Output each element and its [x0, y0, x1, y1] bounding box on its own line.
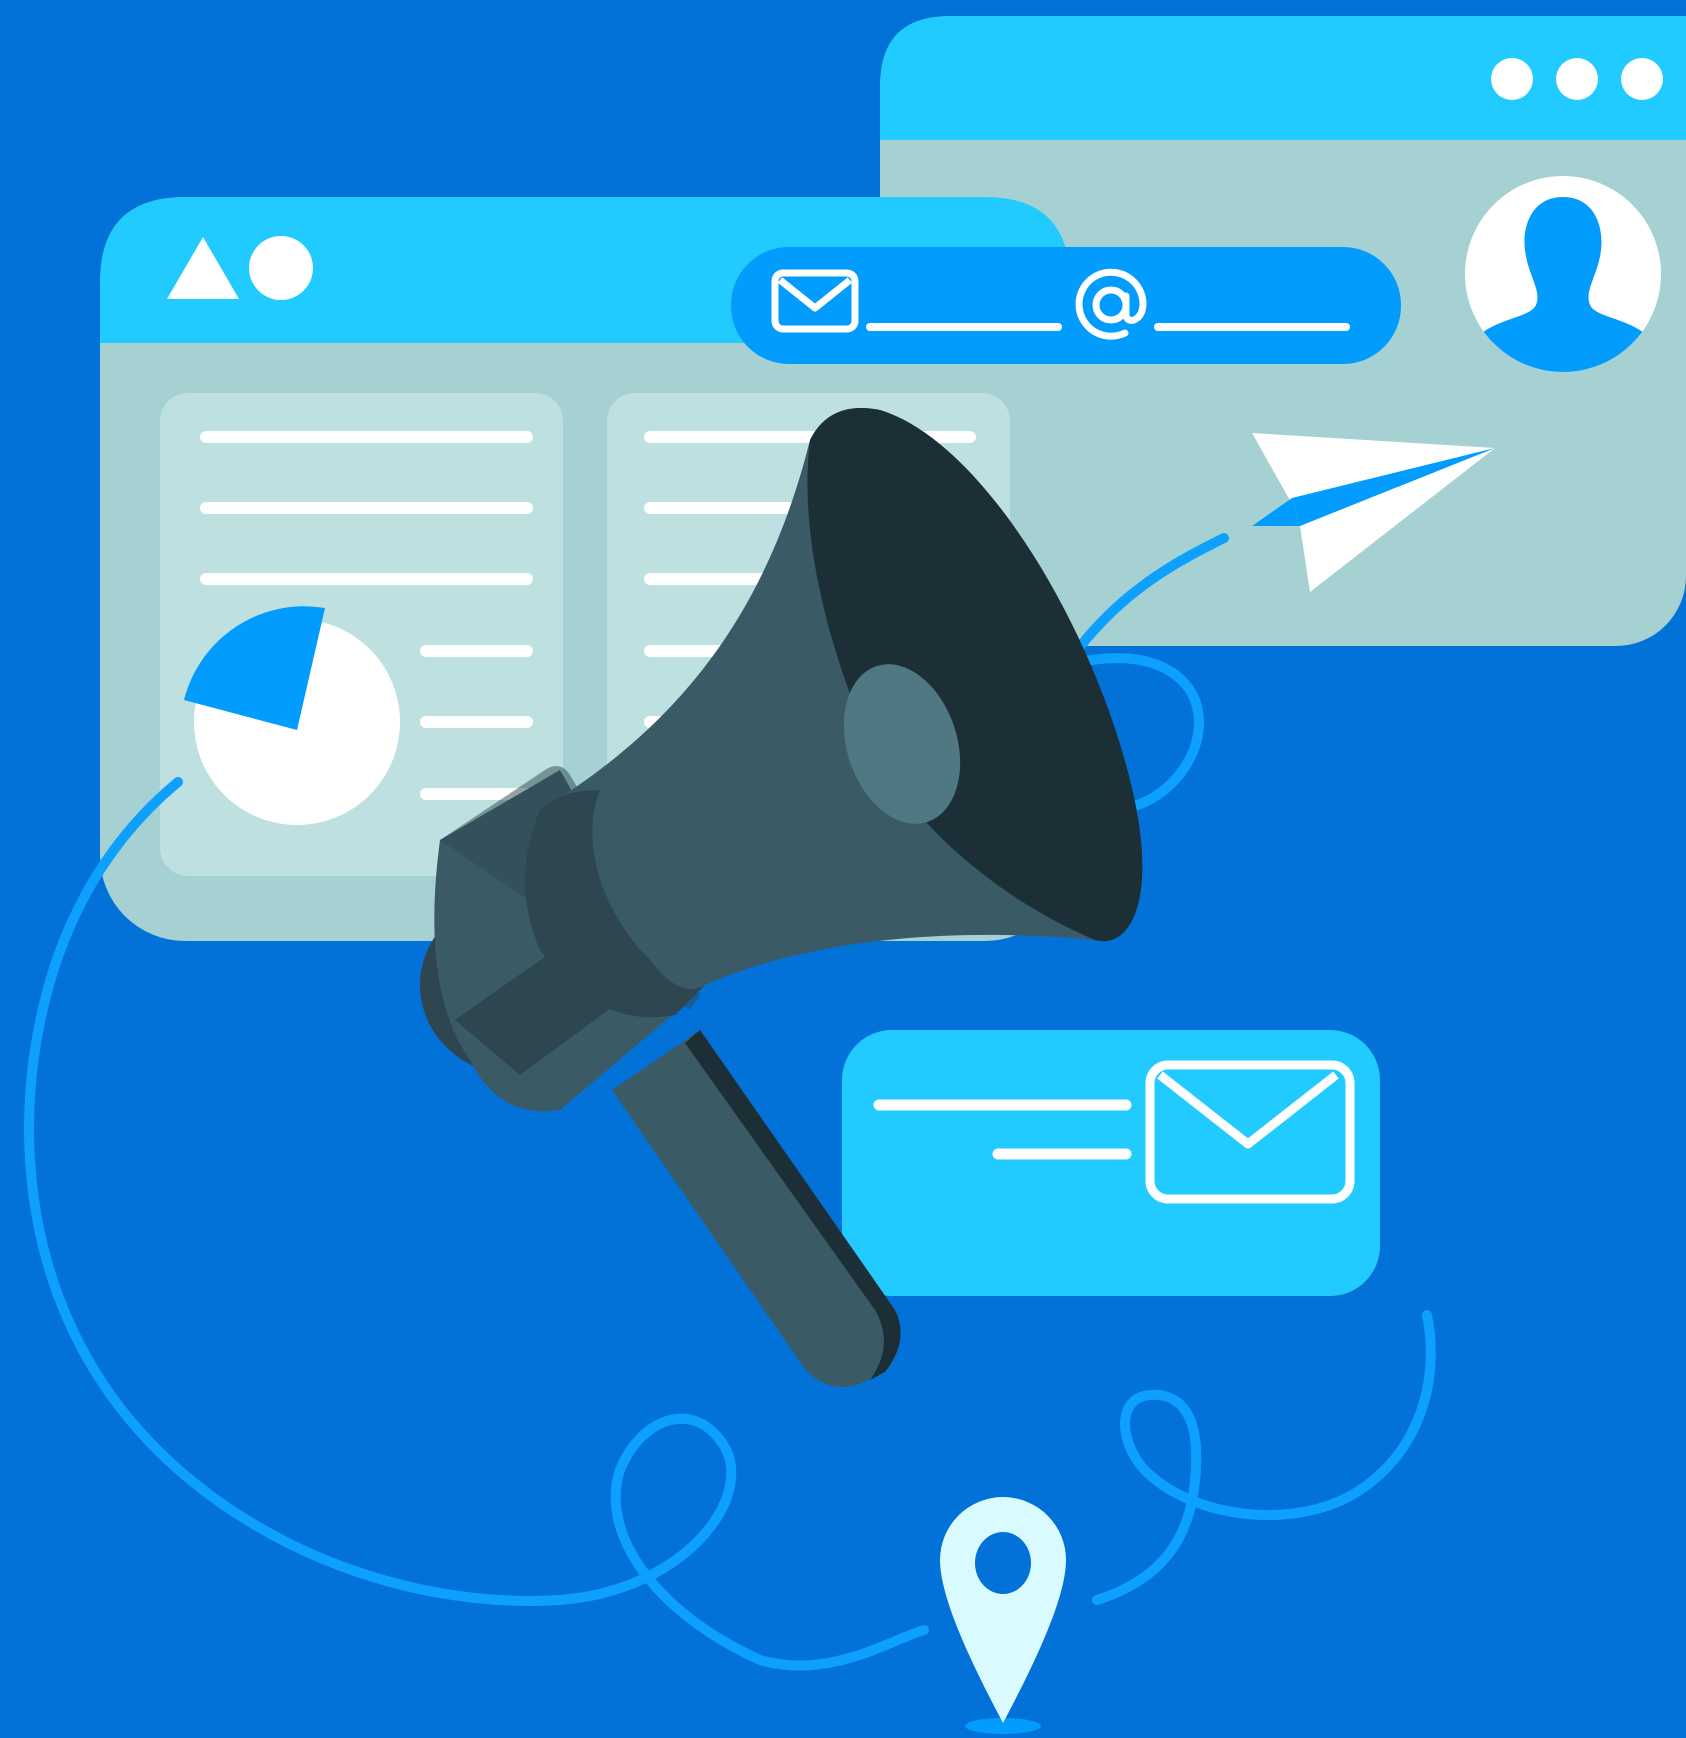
- window-dots-icon: [1491, 58, 1663, 100]
- route-line-right: [1092, 1310, 1436, 1605]
- circle-icon: [249, 236, 313, 300]
- email-input-bar: [731, 247, 1401, 364]
- message-card: [842, 1030, 1380, 1296]
- marketing-illustration: [24, 16, 1686, 1734]
- location-pin-icon: [940, 1497, 1066, 1734]
